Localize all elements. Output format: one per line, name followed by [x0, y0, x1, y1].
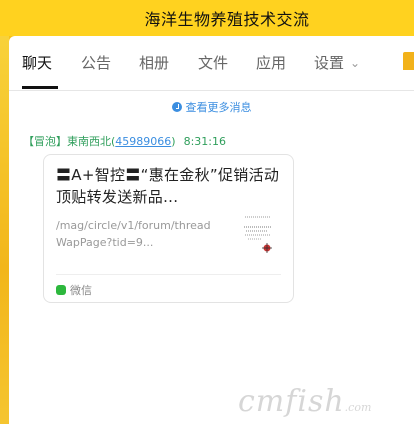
message-time: 8:31:16: [183, 135, 226, 148]
card-thumbnail: [238, 215, 278, 255]
watermark-suffix: .com: [344, 401, 372, 414]
card-source-label: 微信: [70, 284, 92, 297]
sender-name[interactable]: 東南西北: [67, 135, 111, 148]
tab-settings-label: 设置: [314, 54, 345, 72]
load-more-label: 查看更多消息: [185, 101, 252, 114]
tab-chat[interactable]: 聊天: [22, 52, 52, 73]
tab-apps[interactable]: 应用: [256, 52, 286, 73]
card-divider: [56, 274, 281, 275]
wechat-icon: [56, 285, 66, 295]
sidebar-background-strip: [0, 36, 9, 424]
tab-files[interactable]: 文件: [198, 52, 228, 73]
folder-icon[interactable]: [403, 52, 414, 70]
window-title: 海洋生物养殖技术交流: [144, 10, 310, 29]
load-more-messages[interactable]: 查看更多消息: [9, 99, 414, 115]
message-tag: 【冒泡】: [23, 135, 67, 148]
group-panel: 聊天 公告 相册 文件 应用 设置 ⌄ 查看更多消息 【冒泡】東南西北(45989…: [9, 36, 414, 424]
card-title: 〓A+智控〓“惠在金秋”促销活动顶贴转发送新品...: [56, 166, 280, 206]
card-source: 微信: [56, 282, 92, 298]
sender-qq-link[interactable]: 45989066: [115, 135, 171, 148]
tab-settings[interactable]: 设置 ⌄: [314, 52, 360, 73]
active-tab-indicator: [22, 86, 58, 89]
chevron-down-icon: ⌄: [350, 56, 361, 70]
clock-icon: [171, 102, 182, 112]
card-url: /mag/circle/v1/forum/threadWapPage?tid=9…: [56, 219, 211, 249]
shared-link-card[interactable]: 〓A+智控〓“惠在金秋”促销活动顶贴转发送新品... /mag/circle/v…: [43, 154, 294, 303]
site-watermark: cmfish.com: [238, 384, 371, 419]
tab-album[interactable]: 相册: [139, 52, 169, 73]
tab-bar: 聊天 公告 相册 文件 应用 设置 ⌄: [9, 36, 414, 91]
message-header: 【冒泡】東南西北(45989066) 8:31:16: [23, 135, 226, 148]
title-bar: 海洋生物养殖技术交流: [0, 0, 414, 36]
tab-announcements[interactable]: 公告: [81, 52, 111, 73]
watermark-text: cmfish: [238, 384, 345, 419]
